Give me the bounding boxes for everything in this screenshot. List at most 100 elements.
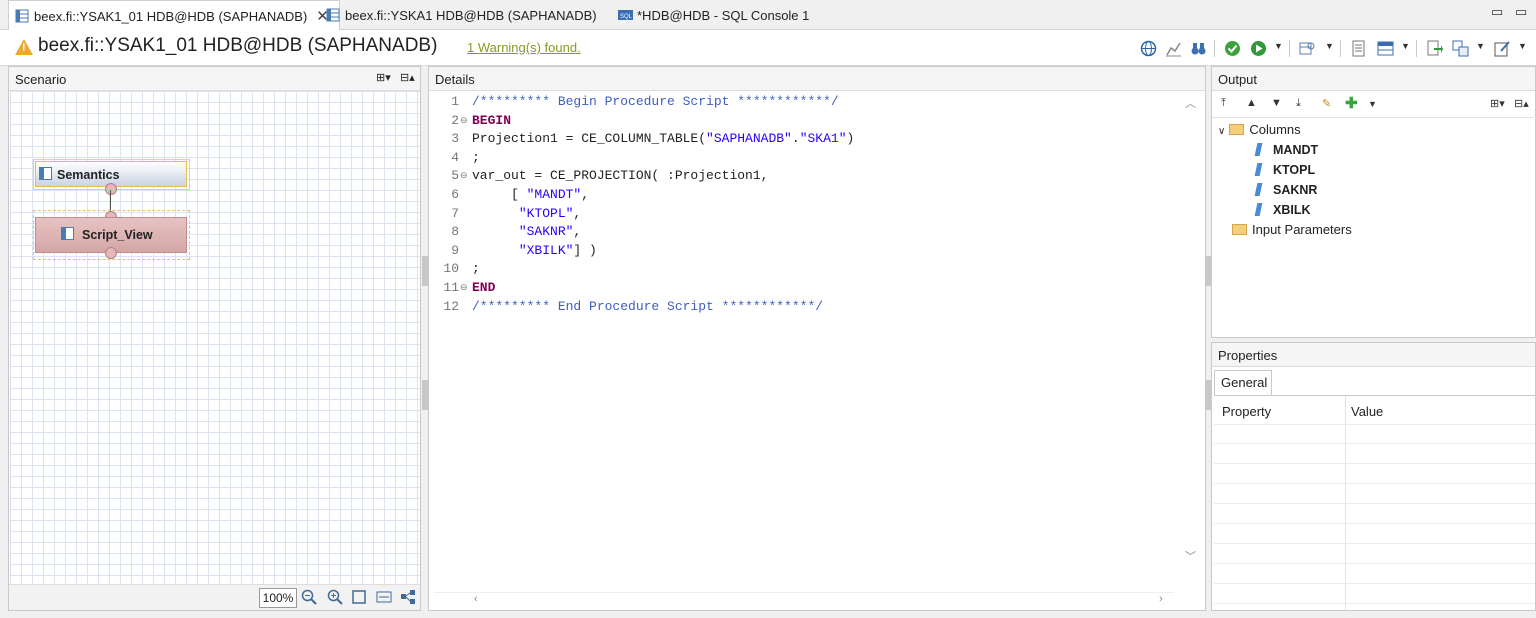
sql-console-icon: SQL bbox=[618, 8, 633, 22]
fit-to-window-icon[interactable] bbox=[350, 589, 368, 607]
chevron-down-icon[interactable]: ▼ bbox=[1476, 41, 1485, 51]
chevron-down-icon[interactable]: ▼ bbox=[1325, 41, 1334, 51]
chevron-down-icon[interactable]: ﹀ bbox=[1185, 548, 1196, 564]
move-down-icon[interactable]: ▼ bbox=[1271, 97, 1282, 109]
code-line[interactable]: 10; bbox=[434, 260, 1164, 278]
maximize-icon[interactable]: ▭ bbox=[1515, 4, 1527, 20]
columns-label: Columns bbox=[1249, 122, 1301, 137]
table-icon[interactable] bbox=[1376, 39, 1394, 57]
edit-icon[interactable] bbox=[1493, 39, 1511, 57]
globe-icon[interactable] bbox=[1139, 39, 1157, 57]
svg-text:SQL: SQL bbox=[620, 14, 633, 20]
code-line[interactable]: 11 ⊖ END bbox=[434, 279, 1164, 297]
minimize-icon[interactable]: ▭ bbox=[1491, 4, 1503, 20]
tab-yska1[interactable]: beex.fi::YSKA1 HDB@HDB (SAPHANADB) bbox=[326, 0, 597, 30]
zoom-level-field[interactable]: 100% bbox=[259, 588, 297, 608]
vertical-scrollbar[interactable]: ︿ ﹀ bbox=[1183, 93, 1197, 587]
column-icon bbox=[1254, 203, 1263, 216]
chevron-right-icon[interactable]: › bbox=[1159, 593, 1163, 605]
navigate-icon[interactable] bbox=[1451, 39, 1469, 57]
validate-icon[interactable] bbox=[1223, 39, 1241, 57]
code-line[interactable]: 8 "SAKNR", bbox=[434, 223, 1164, 241]
code-line[interactable]: 4; bbox=[434, 149, 1164, 167]
details-panel: Details 1 /********* Begin Procedure Scri… bbox=[428, 66, 1206, 611]
code-text: /********* Begin Procedure Script ******… bbox=[472, 94, 839, 109]
calculation-view-icon bbox=[15, 9, 29, 23]
line-number: 1 bbox=[451, 94, 459, 109]
folder-icon bbox=[1229, 124, 1245, 135]
code-text: /********* End Procedure Script ********… bbox=[472, 298, 824, 314]
line-number: 4 bbox=[451, 149, 459, 165]
input-parameters-label: Input Parameters bbox=[1252, 222, 1352, 237]
code-text: ; bbox=[472, 149, 480, 165]
column-icon bbox=[1254, 143, 1263, 156]
code-line[interactable]: 12 /********* End Procedure Script ******… bbox=[434, 298, 1164, 316]
column-item[interactable]: MANDT bbox=[1254, 142, 1319, 162]
column-name: KTOPL bbox=[1273, 163, 1316, 177]
chevron-up-icon[interactable]: ︿ bbox=[1185, 95, 1196, 111]
chart-icon[interactable] bbox=[1164, 39, 1182, 57]
tab-sql-console[interactable]: SQL *HDB@HDB - SQL Console 1 bbox=[618, 0, 809, 30]
fold-toggle-icon[interactable]: ⊖ bbox=[460, 112, 468, 130]
code-line[interactable]: 7 "KTOPL", bbox=[434, 205, 1164, 223]
input-port[interactable] bbox=[105, 183, 117, 195]
move-up-icon[interactable]: ▲ bbox=[1246, 97, 1257, 109]
line-number: 12 bbox=[443, 298, 459, 314]
input-port[interactable] bbox=[105, 247, 117, 259]
add-icon[interactable]: ✚ bbox=[1345, 94, 1358, 112]
code-line[interactable]: 2 ⊖ BEGIN bbox=[434, 112, 1164, 130]
expand-all-icon[interactable]: ⊞▾ bbox=[376, 71, 391, 84]
collapse-all-icon[interactable]: ⊟▴ bbox=[1514, 97, 1529, 110]
column-name: MANDT bbox=[1273, 143, 1319, 157]
fit-width-icon[interactable] bbox=[375, 589, 393, 607]
code-line[interactable]: 3 Projection1 = CE_COLUMN_TABLE("SAPHANAD… bbox=[434, 130, 1164, 148]
collapse-all-icon[interactable]: ⊟▴ bbox=[400, 71, 415, 84]
tab-general[interactable]: General bbox=[1214, 370, 1272, 395]
column-item[interactable]: SAKNR bbox=[1254, 182, 1317, 202]
columns-folder[interactable]: ∨ Columns bbox=[1218, 122, 1301, 142]
line-number: 8 bbox=[451, 224, 459, 240]
code-line[interactable]: 6 [ "MANDT", bbox=[434, 186, 1164, 204]
zoom-in-icon[interactable] bbox=[326, 589, 344, 607]
input-parameters-folder[interactable]: Input Parameters bbox=[1232, 222, 1352, 242]
chevron-left-icon[interactable]: ‹ bbox=[474, 593, 478, 605]
data-preview-icon[interactable] bbox=[1298, 39, 1316, 57]
script-editor[interactable]: 1 /********* Begin Procedure Script *****… bbox=[434, 93, 1174, 587]
calculation-view-icon bbox=[326, 8, 340, 22]
line-number: 2 bbox=[451, 112, 459, 128]
zoom-out-icon[interactable] bbox=[300, 589, 318, 607]
fold-toggle-icon[interactable]: ⊖ bbox=[460, 279, 468, 297]
chevron-down-icon[interactable]: ∨ bbox=[1218, 126, 1225, 137]
tab-label: beex.fi::YSKA1 HDB@HDB (SAPHANADB) bbox=[345, 7, 597, 23]
scenario-canvas[interactable]: Semantics Script_View bbox=[10, 91, 420, 586]
code-line[interactable]: 5 ⊖ var_out = CE_PROJECTION( :Projection1, bbox=[434, 167, 1164, 185]
chevron-down-icon[interactable]: ▼ bbox=[1368, 99, 1377, 109]
pencil-icon[interactable]: ✎ bbox=[1322, 97, 1331, 110]
expand-all-icon[interactable]: ⊞▾ bbox=[1490, 97, 1505, 110]
script-view-icon bbox=[61, 227, 74, 240]
tab-ysak1[interactable]: beex.fi::YSAK1_01 HDB@HDB (SAPHANADB) ✕ bbox=[8, 0, 340, 31]
column-item[interactable]: XBILK bbox=[1254, 202, 1311, 222]
fold-toggle-icon[interactable]: ⊖ bbox=[460, 167, 468, 185]
chevron-down-icon[interactable]: ▼ bbox=[1401, 41, 1410, 51]
move-top-icon[interactable]: ⤒ bbox=[1221, 97, 1226, 110]
chevron-down-icon[interactable]: ▼ bbox=[1518, 41, 1527, 51]
export-icon[interactable] bbox=[1425, 39, 1443, 57]
value-column-header: Value bbox=[1351, 404, 1384, 419]
column-item[interactable]: KTOPL bbox=[1254, 162, 1316, 182]
move-bottom-icon[interactable]: ⤓ bbox=[1296, 97, 1301, 110]
warning-icon bbox=[15, 39, 33, 55]
binoculars-icon[interactable] bbox=[1189, 39, 1207, 57]
code-text: [ "MANDT", bbox=[472, 187, 590, 202]
chevron-down-icon[interactable]: ▼ bbox=[1274, 41, 1283, 51]
warning-link[interactable]: 1 Warning(s) found. bbox=[467, 40, 581, 55]
code-line[interactable]: 9 "XBILK"] ) bbox=[434, 242, 1164, 260]
code-line[interactable]: 1 /********* Begin Procedure Script *****… bbox=[434, 93, 1164, 111]
activate-icon[interactable] bbox=[1249, 39, 1267, 57]
scenario-title: Scenario ⊞▾ ⊟▴ bbox=[9, 67, 420, 91]
document-icon[interactable] bbox=[1349, 39, 1367, 57]
horizontal-scrollbar[interactable]: ‹ › bbox=[434, 592, 1174, 606]
code-text: "XBILK"] ) bbox=[518, 242, 597, 258]
auto-layout-icon[interactable] bbox=[399, 589, 417, 607]
property-column-header: Property bbox=[1222, 404, 1272, 419]
